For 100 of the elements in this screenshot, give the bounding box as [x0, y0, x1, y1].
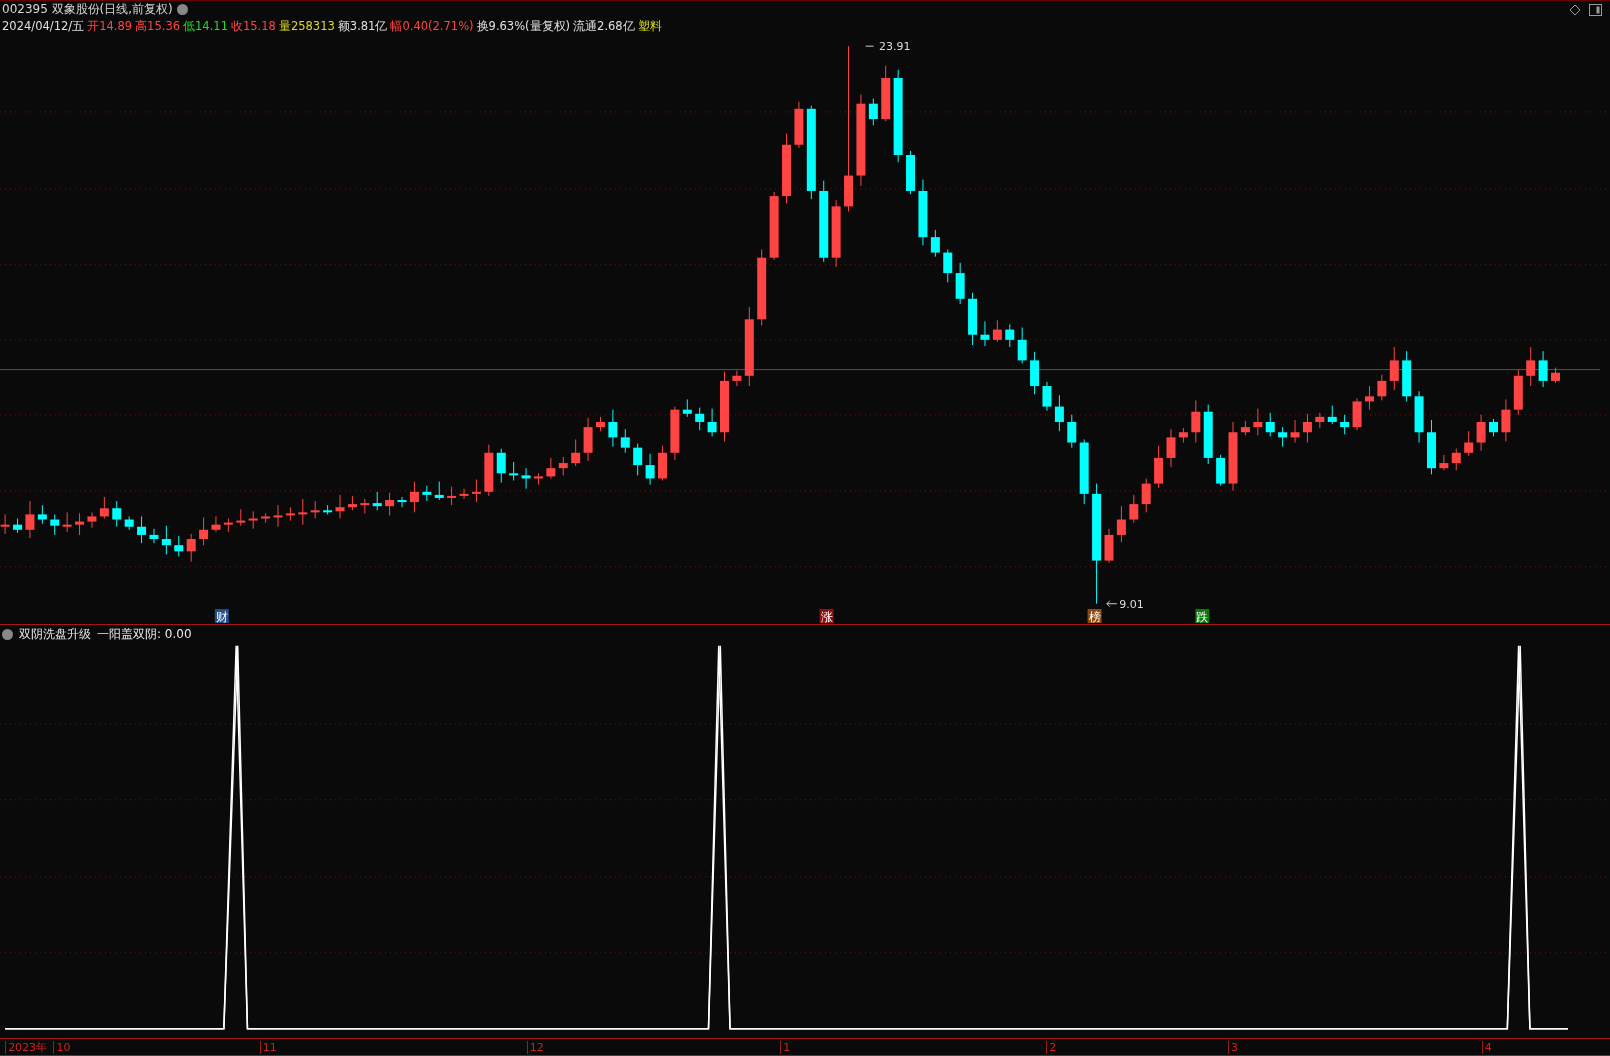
candlestick [124, 515, 134, 531]
candlestick [720, 371, 729, 442]
axis-label: 2023年 [5, 1041, 48, 1054]
candlestick [533, 472, 543, 486]
candlestick [223, 518, 233, 533]
candlestick [695, 407, 705, 431]
quote-field: 低14.11 [183, 19, 228, 34]
panel-toggle-icon[interactable] [1589, 3, 1602, 16]
candlestick [285, 506, 295, 522]
axis-label: 2 [1046, 1041, 1057, 1054]
candlestick [1526, 346, 1536, 387]
candlestick [75, 512, 85, 536]
candlestick [1067, 414, 1077, 449]
candlestick [509, 461, 519, 481]
quote-field: 换9.63%(量复权) [476, 19, 571, 34]
candlestick [434, 481, 444, 501]
candlestick [310, 500, 320, 519]
candlestick [906, 150, 916, 195]
candlestick [658, 445, 667, 481]
quote-date: 2024/04/12/五 [2, 19, 85, 34]
candlestick [149, 528, 159, 544]
event-marker[interactable]: 财 [214, 609, 229, 624]
candlestick [1278, 426, 1288, 448]
candlestick [273, 504, 283, 528]
event-marker[interactable]: 榜 [1087, 609, 1102, 624]
candlestick [13, 518, 23, 534]
candlestick [1414, 390, 1424, 443]
candlestick [87, 511, 97, 529]
candlestick [62, 511, 72, 533]
candlestick [521, 467, 531, 490]
dropdown-icon[interactable] [176, 4, 188, 15]
low-price-label: 9.01 [1119, 597, 1144, 611]
candlestick [707, 408, 717, 437]
candlestick [1017, 327, 1027, 364]
candlestick [323, 504, 333, 515]
candlestick [1551, 367, 1560, 384]
candlestick [682, 398, 692, 418]
candlestick [1476, 414, 1486, 452]
candlestick [1079, 438, 1089, 505]
candlestick [831, 199, 841, 268]
candlestick [1327, 405, 1337, 425]
candlestick [25, 500, 35, 539]
industry-tag[interactable]: 塑料 [637, 19, 662, 34]
candlestick [794, 101, 804, 149]
candlestick [583, 417, 593, 462]
candlestick [186, 533, 196, 563]
candlestick [1451, 448, 1461, 471]
candlestick [0, 513, 10, 535]
quote-field: 开14.89 [87, 19, 133, 34]
candlestick [1538, 350, 1548, 388]
candlestick [447, 486, 457, 506]
candlestick [608, 409, 618, 448]
candlestick [1364, 385, 1374, 411]
stock-title: 002395 双象股份(日线,前复权) [2, 1, 173, 18]
candlestick [298, 498, 308, 526]
candlestick [930, 229, 940, 258]
candlestick [955, 262, 965, 305]
candlestick [558, 456, 568, 476]
candlestick [397, 496, 407, 508]
candlestick [161, 525, 171, 555]
indicator-value: 一阳盖双阴: 0.00 [97, 625, 192, 643]
event-marker[interactable]: 涨 [819, 609, 834, 624]
candlestick [868, 98, 878, 126]
candlestick [769, 191, 779, 261]
arrow-icon [1106, 600, 1118, 608]
diamond-icon[interactable] [1569, 3, 1581, 16]
candlestick [496, 448, 506, 484]
candlestick [732, 370, 742, 387]
candlestick [347, 495, 357, 511]
candlestick [372, 491, 382, 511]
candlestick [1265, 412, 1275, 437]
quote-field: 额3.81亿 [337, 19, 388, 34]
candlestick [50, 513, 60, 536]
candlestick [546, 457, 556, 479]
candlestick [1030, 351, 1040, 395]
candlestick [199, 516, 209, 546]
candlestick [1104, 528, 1114, 564]
candlestick [1240, 420, 1250, 436]
candlestick [1129, 494, 1139, 524]
candlestick [571, 438, 581, 467]
candlestick [1178, 427, 1188, 443]
candlestick [1389, 346, 1399, 391]
event-marker[interactable]: 跌 [1195, 609, 1210, 624]
candlestick [782, 132, 791, 204]
candlestick [236, 508, 246, 527]
axis-label: 12 [526, 1041, 544, 1054]
candlestick [211, 515, 221, 533]
candlestick [1302, 413, 1312, 443]
candlestick [422, 485, 432, 502]
candlestick [1501, 398, 1511, 442]
candlestick [1352, 397, 1362, 431]
indicator-title: 双阴洗盘升级 [19, 625, 91, 643]
candlestick [37, 504, 47, 525]
dropdown-icon[interactable] [2, 628, 13, 640]
high-price-label: 23.91 [878, 40, 911, 54]
candlestick [174, 535, 184, 557]
candlestick [335, 494, 345, 519]
candlestick [992, 319, 1002, 343]
candlestick [1489, 418, 1498, 437]
candlestick [595, 416, 605, 432]
